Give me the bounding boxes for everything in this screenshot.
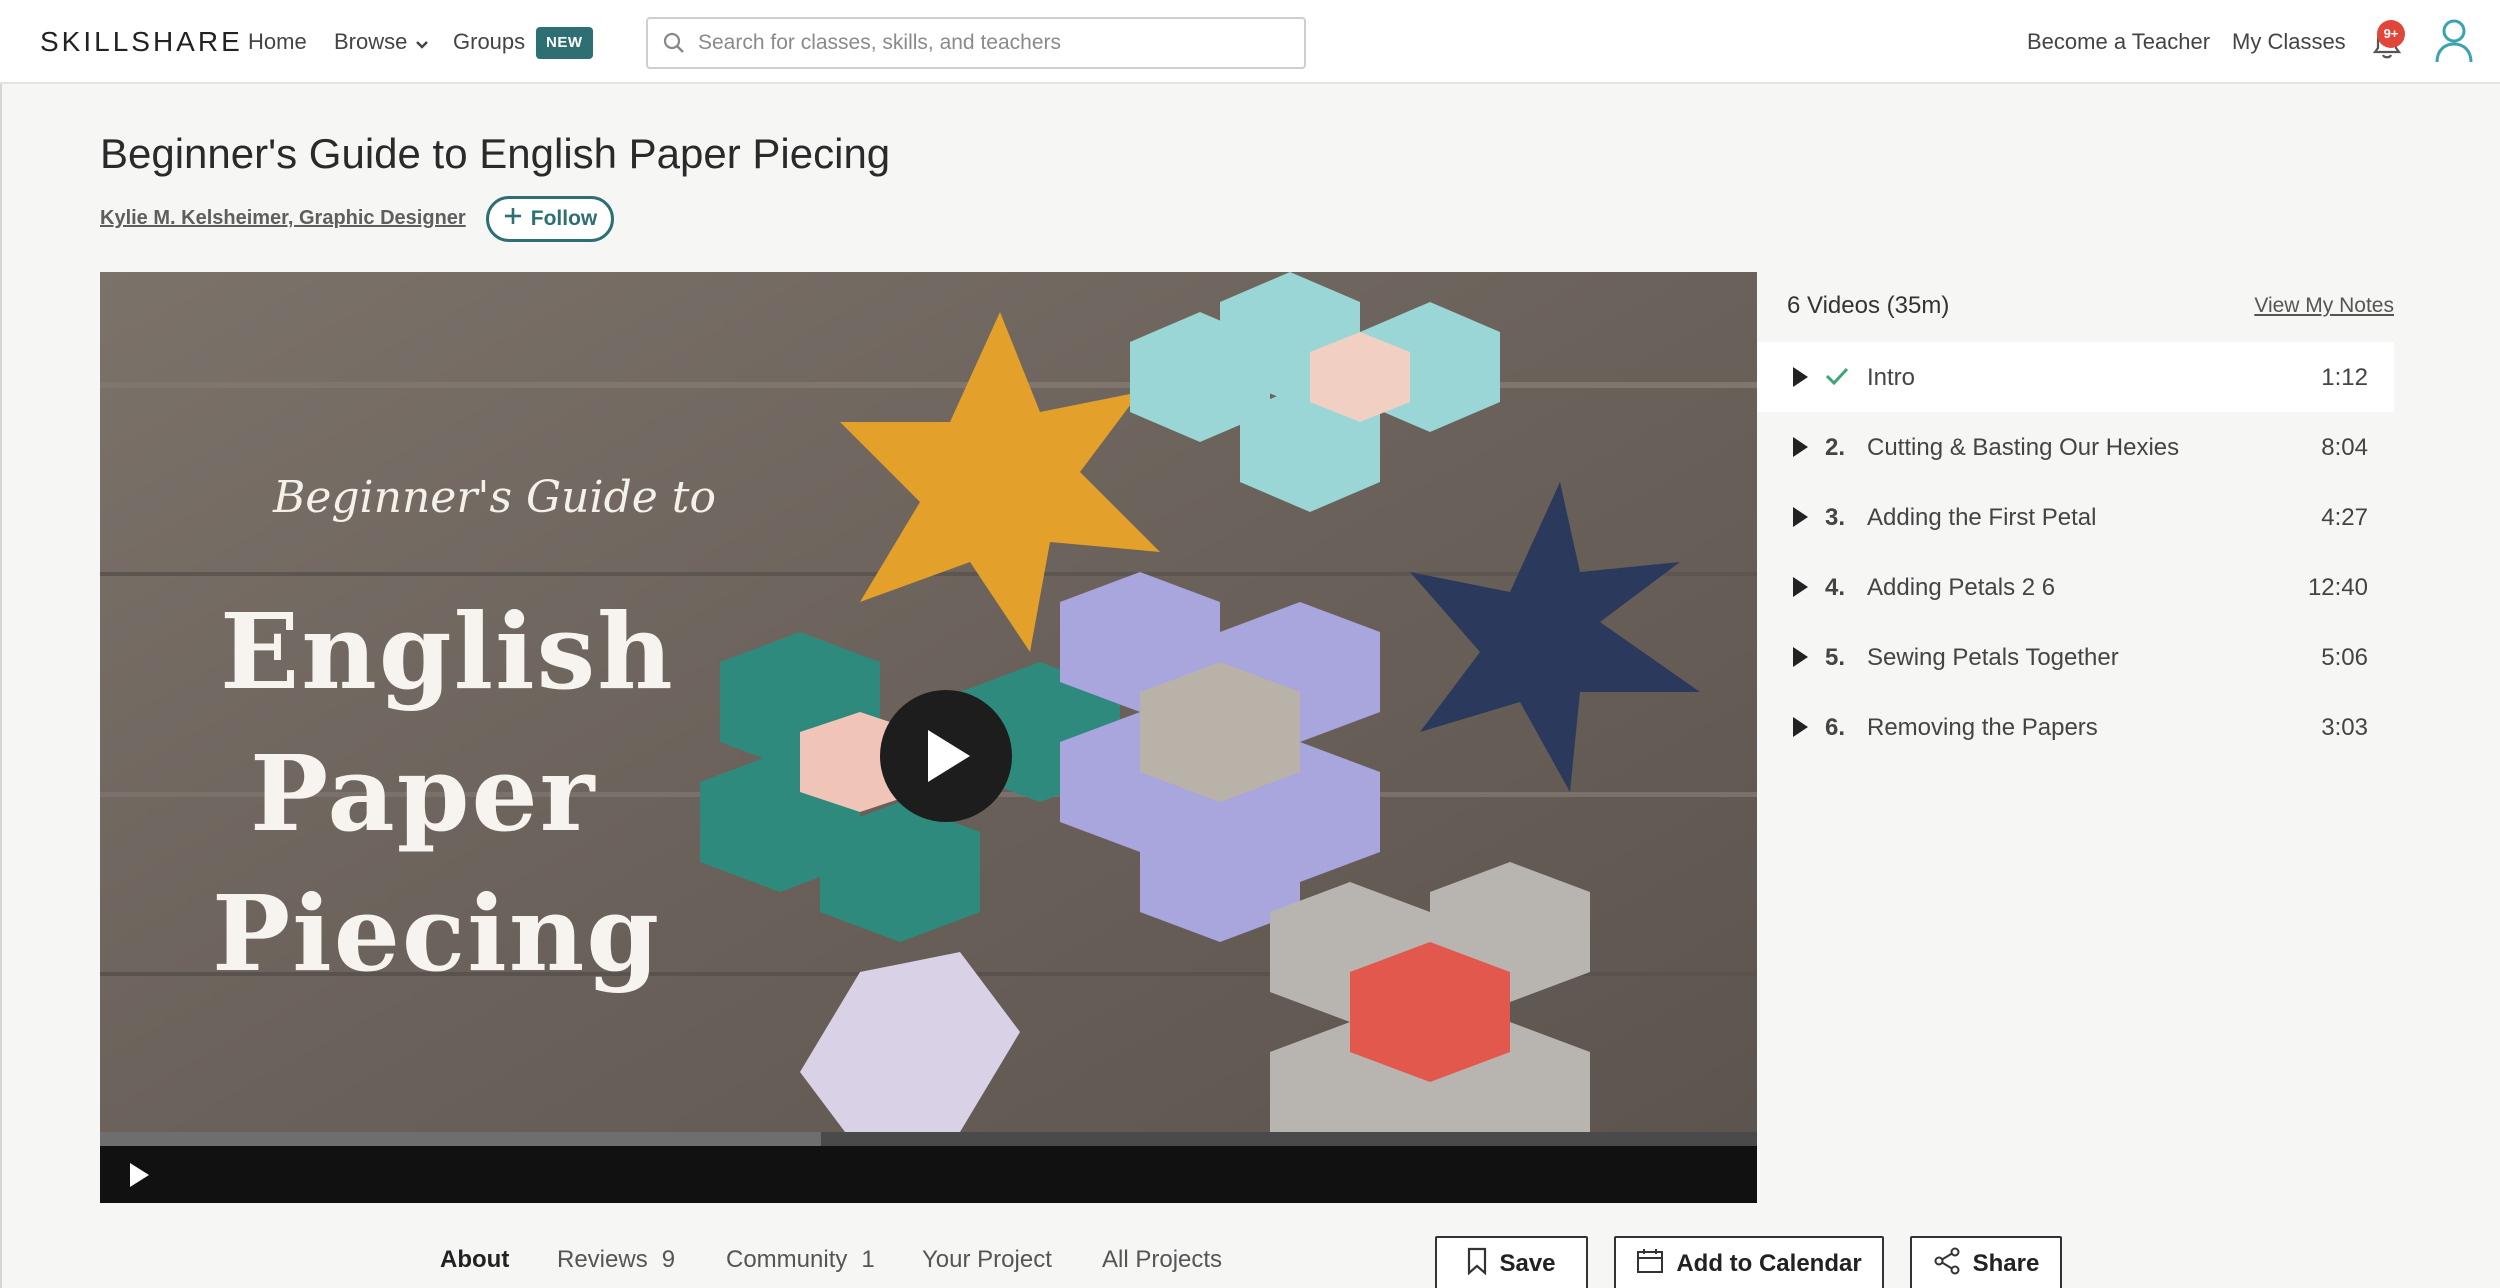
lesson-number: 6. bbox=[1825, 714, 1846, 741]
lesson-duration: 8:04 bbox=[2321, 434, 2368, 461]
video-control-bar bbox=[100, 1146, 1757, 1203]
tab-community-label: Community bbox=[726, 1246, 848, 1273]
chevron-down-icon bbox=[415, 30, 429, 56]
search-input[interactable] bbox=[698, 19, 1288, 67]
tab-community-count: 1 bbox=[861, 1246, 875, 1273]
video-player[interactable]: Beginner's Guide to English Paper Piecin… bbox=[100, 272, 1757, 1203]
follow-label: Follow bbox=[530, 207, 598, 230]
lesson-item[interactable]: Intro 1:12 bbox=[1757, 342, 2394, 412]
view-notes-link[interactable]: View My Notes bbox=[2254, 294, 2394, 318]
search-icon bbox=[662, 31, 686, 60]
lesson-title: Adding Petals 2 6 bbox=[1867, 574, 2056, 601]
lesson-number: 4. bbox=[1825, 574, 1846, 601]
page-left-border bbox=[0, 0, 2, 1288]
share-label: Share bbox=[1972, 1250, 2040, 1277]
video-progress-fill bbox=[100, 1132, 821, 1146]
play-icon bbox=[1791, 436, 1809, 463]
play-icon bbox=[1791, 506, 1809, 533]
lesson-title: Removing the Papers bbox=[1867, 714, 2098, 741]
play-icon bbox=[1791, 576, 1809, 603]
play-icon bbox=[1791, 716, 1809, 743]
lesson-title: Adding the First Petal bbox=[1867, 504, 2097, 531]
nav-home-link[interactable]: Home bbox=[248, 29, 307, 55]
tab-about[interactable]: About bbox=[440, 1246, 509, 1274]
share-button[interactable]: Share bbox=[1910, 1236, 2062, 1288]
nav-groups-link[interactable]: Groups bbox=[453, 29, 525, 55]
lesson-title: Intro bbox=[1867, 364, 1916, 391]
lesson-duration: 5:06 bbox=[2321, 644, 2368, 671]
class-title: Beginner's Guide to English Paper Piecin… bbox=[100, 130, 891, 177]
notification-count-badge: 9+ bbox=[2377, 20, 2405, 48]
lesson-duration: 12:40 bbox=[2307, 574, 2368, 601]
nav-browse-menu[interactable]: Browse bbox=[334, 29, 429, 56]
share-icon bbox=[1933, 1247, 1961, 1282]
lesson-item[interactable]: 4. Adding Petals 2 6 12:40 bbox=[1757, 552, 2394, 622]
tab-reviews[interactable]: Reviews 9 bbox=[557, 1246, 675, 1274]
lesson-item[interactable]: 3. Adding the First Petal 4:27 bbox=[1757, 482, 2394, 552]
tab-your-project[interactable]: Your Project bbox=[922, 1246, 1052, 1274]
tab-reviews-label: Reviews bbox=[557, 1246, 648, 1273]
lesson-count: 6 Videos (35m) bbox=[1787, 292, 1950, 319]
lesson-duration: 3:03 bbox=[2321, 714, 2368, 741]
teacher-link[interactable]: Kylie M. Kelsheimer, Graphic Designer bbox=[100, 207, 466, 230]
add-to-calendar-button[interactable]: Add to Calendar bbox=[1614, 1236, 1884, 1288]
nav-browse-label: Browse bbox=[334, 29, 408, 54]
save-label: Save bbox=[1499, 1250, 1556, 1277]
become-teacher-link[interactable]: Become a Teacher bbox=[2027, 29, 2210, 55]
calendar-icon bbox=[1636, 1248, 1664, 1281]
video-overlay-line-3: Piecing bbox=[212, 872, 662, 995]
lesson-number: 2. bbox=[1825, 434, 1846, 461]
lesson-title: Cutting & Basting Our Hexies bbox=[1867, 434, 2180, 461]
checkmark-icon bbox=[1825, 366, 1849, 391]
lesson-list: Intro 1:12 2. Cutting & Basting Our Hexies 8… bbox=[1757, 342, 2394, 762]
top-nav: SKILLSHARE Home Browse Groups NEW Become… bbox=[0, 0, 2500, 84]
bookmark-icon bbox=[1467, 1247, 1487, 1282]
lesson-item[interactable]: 6. Removing the Papers 3:03 bbox=[1757, 692, 2394, 762]
user-avatar-icon[interactable] bbox=[2434, 18, 2474, 69]
tab-reviews-count: 9 bbox=[661, 1246, 676, 1273]
lesson-item[interactable]: 2. Cutting & Basting Our Hexies 8:04 bbox=[1757, 412, 2394, 482]
big-play-button[interactable] bbox=[880, 690, 1012, 822]
play-icon bbox=[1791, 646, 1809, 673]
play-icon bbox=[1791, 366, 1809, 393]
lesson-duration: 1:12 bbox=[2321, 364, 2368, 391]
video-overlay-line-2: Paper bbox=[250, 732, 597, 855]
tab-all-projects[interactable]: All Projects bbox=[1102, 1246, 1222, 1274]
lesson-number: 3. bbox=[1825, 504, 1846, 531]
new-badge: NEW bbox=[536, 27, 593, 59]
lesson-title: Sewing Petals Together bbox=[1867, 644, 2119, 671]
video-overlay-line-1: English bbox=[220, 590, 675, 713]
save-button[interactable]: Save bbox=[1435, 1236, 1588, 1288]
lesson-duration: 4:27 bbox=[2321, 504, 2368, 531]
lesson-item[interactable]: 5. Sewing Petals Together 5:06 bbox=[1757, 622, 2394, 692]
plus-icon bbox=[503, 206, 523, 232]
video-overlay-subtitle: Beginner's Guide to bbox=[273, 472, 716, 523]
play-icon bbox=[928, 730, 970, 782]
play-icon[interactable] bbox=[128, 1162, 150, 1193]
search-bar bbox=[646, 17, 1306, 69]
lesson-number: 5. bbox=[1825, 644, 1846, 671]
video-progress-bar[interactable] bbox=[100, 1132, 1757, 1146]
skillshare-logo[interactable]: SKILLSHARE bbox=[40, 26, 243, 58]
calendar-label: Add to Calendar bbox=[1676, 1250, 1862, 1277]
follow-button[interactable]: Follow bbox=[486, 196, 614, 242]
my-classes-link[interactable]: My Classes bbox=[2232, 29, 2346, 55]
tab-community[interactable]: Community 1 bbox=[726, 1246, 875, 1274]
